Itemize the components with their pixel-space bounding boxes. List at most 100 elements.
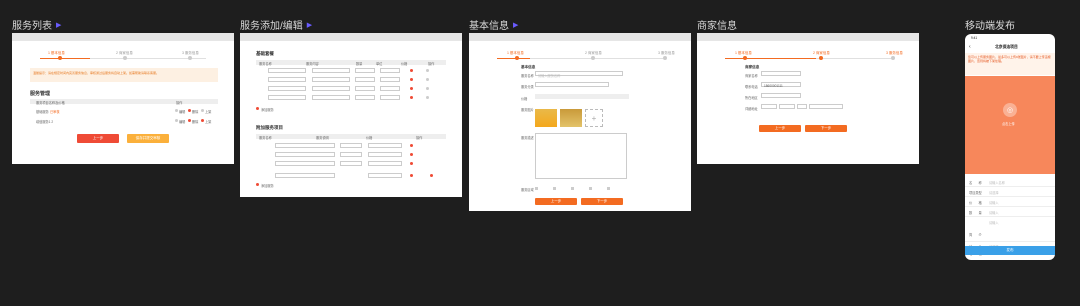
next-button[interactable]: 下一步 (805, 125, 847, 132)
price-input[interactable]: 请输入 (989, 200, 999, 205)
quantity-field[interactable] (355, 68, 375, 73)
add-image-button[interactable]: + (585, 109, 603, 127)
extra-price-field[interactable] (368, 143, 402, 148)
phone-value: 18600001111 (764, 83, 783, 88)
publish-link[interactable]: 上架 (205, 119, 211, 124)
extra-name-field[interactable] (275, 161, 335, 166)
province-select[interactable] (761, 104, 777, 109)
frame-basic-info: 1 基本信息 2 商家信息 3 服务信息 基本信息 服务名称 请输入服务名称 服… (469, 33, 691, 211)
camera-icon[interactable]: ◎ (1003, 103, 1017, 117)
extra-price-field[interactable] (368, 173, 402, 178)
name-input[interactable]: 请输入名称 (989, 180, 1005, 185)
district-select[interactable] (797, 104, 807, 109)
status-badge: 已审核 (50, 110, 60, 114)
service-name-input[interactable]: 请输入服务名称 (535, 71, 623, 78)
column-header: 服务名称 (259, 136, 272, 140)
edit-link[interactable]: 编辑 (179, 109, 185, 114)
service-name-field[interactable] (268, 86, 306, 91)
quantity-field[interactable] (355, 86, 375, 91)
extra-name-field[interactable] (275, 152, 335, 157)
play-icon: ▶ (306, 21, 313, 29)
field-label: 服务区域 (521, 188, 534, 192)
service-image[interactable] (535, 109, 557, 127)
frame-label-list: 服务列表 ▶ (12, 21, 62, 32)
category-select[interactable] (535, 82, 609, 87)
prev-button[interactable]: 上一步 (759, 125, 801, 132)
field-label: 商家名称 (745, 74, 758, 78)
extra-input[interactable]: 请输入 (989, 220, 999, 225)
price-field[interactable] (380, 86, 400, 91)
step-3[interactable]: 3 服务信息 (658, 51, 675, 56)
service-image[interactable] (560, 109, 582, 127)
column-header: 操作 (416, 136, 423, 140)
prev-button[interactable]: 上一步 (535, 198, 577, 205)
service-name-field[interactable] (268, 77, 306, 82)
service-content-field[interactable] (312, 86, 350, 91)
delete-link[interactable]: 删除 (192, 119, 198, 124)
frame-merchant-info: 1 基本信息 2 商家信息 3 服务信息 商家信息 商家名称 联系电话 1860… (697, 33, 919, 164)
service-name-field[interactable] (268, 95, 306, 100)
region-select[interactable] (761, 93, 801, 98)
stepper: 1 基本信息 2 商家信息 3 服务信息 (711, 49, 905, 67)
warning-text: 您可以上传服务图片，最多可以上传9张图片，请不要上传违规图片，否则将被下架处理。 (968, 55, 1051, 63)
price-field[interactable] (380, 95, 400, 100)
column-header: 服务名称 (259, 62, 272, 66)
image-upload-area[interactable]: ◎ 点击上传 (965, 76, 1055, 174)
service-content-field[interactable] (312, 95, 350, 100)
quantity-input[interactable]: 请输入 (989, 210, 999, 215)
price-field[interactable] (380, 68, 400, 73)
field-label: 详细地址 (745, 107, 758, 111)
form-title: 商家信息 (745, 65, 760, 69)
description-textarea[interactable] (535, 133, 627, 179)
field-label: 项目类型 (969, 191, 982, 195)
prev-button[interactable]: 上一步 (77, 134, 119, 143)
frame-label-merchant: 商家信息 (697, 21, 737, 32)
extra-desc-field[interactable] (340, 161, 362, 166)
step-1[interactable]: 1 基本信息 (48, 51, 65, 56)
publish-button[interactable]: 发布 (965, 246, 1055, 255)
extra-name-field[interactable] (275, 173, 335, 178)
quantity-field[interactable] (355, 95, 375, 100)
extra-price-field[interactable] (368, 161, 402, 166)
stepper: 1 基本信息 2 商家信息 3 服务信息 (483, 49, 677, 67)
extra-name-field[interactable] (275, 143, 335, 148)
service-name-field[interactable] (268, 68, 306, 73)
add-service-link[interactable]: 添加服务 (261, 107, 274, 112)
submit-button[interactable]: 保存并提交审核 (127, 134, 169, 143)
add-icon[interactable] (256, 107, 259, 110)
service-content-field[interactable] (312, 77, 350, 82)
step-2[interactable]: 2 商家信息 (116, 51, 133, 56)
extra-desc-field[interactable] (340, 152, 362, 157)
delete-link[interactable]: 删除 (192, 109, 198, 114)
nav-title: 北京保洁项目 (995, 45, 1018, 49)
address-input[interactable] (809, 104, 843, 109)
field-label: 联系电话 (745, 85, 758, 89)
table-header: 服务名称 服务说明 价格 操作 (256, 134, 446, 140)
step-1[interactable]: 1 基本信息 (507, 51, 524, 56)
price-input[interactable] (535, 94, 629, 99)
price-field[interactable] (380, 77, 400, 82)
field-label: 数 量 (969, 211, 982, 215)
city-select[interactable] (779, 104, 795, 109)
publish-link[interactable]: 上架 (205, 109, 211, 114)
field-label: 价格 (521, 97, 528, 101)
step-2[interactable]: 2 商家信息 (813, 51, 830, 56)
extra-price-field[interactable] (368, 152, 402, 157)
back-icon[interactable]: ‹ (969, 44, 971, 50)
add-icon[interactable] (256, 183, 259, 186)
merchant-name-input[interactable] (761, 71, 801, 76)
extra-desc-field[interactable] (340, 143, 362, 148)
frame-service-edit: 基础套餐 服务名称 服务内容 数量 单位 价格 操作 添加服务 附加服务项目 服… (240, 33, 462, 197)
field-label: 服务名称 (521, 74, 534, 78)
step-2[interactable]: 2 商家信息 (585, 51, 602, 56)
step-1[interactable]: 1 基本信息 (735, 51, 752, 56)
step-3[interactable]: 3 服务信息 (886, 51, 903, 56)
add-service-link[interactable]: 添加服务 (261, 183, 274, 188)
service-content-field[interactable] (312, 68, 350, 73)
edit-link[interactable]: 编辑 (179, 119, 185, 124)
step-3[interactable]: 3 服务信息 (182, 51, 199, 56)
next-button[interactable]: 下一步 (581, 198, 623, 205)
type-select[interactable]: 请选择 (989, 190, 999, 195)
quantity-field[interactable] (355, 77, 375, 82)
phone-input[interactable]: 18600001111 (761, 82, 801, 88)
